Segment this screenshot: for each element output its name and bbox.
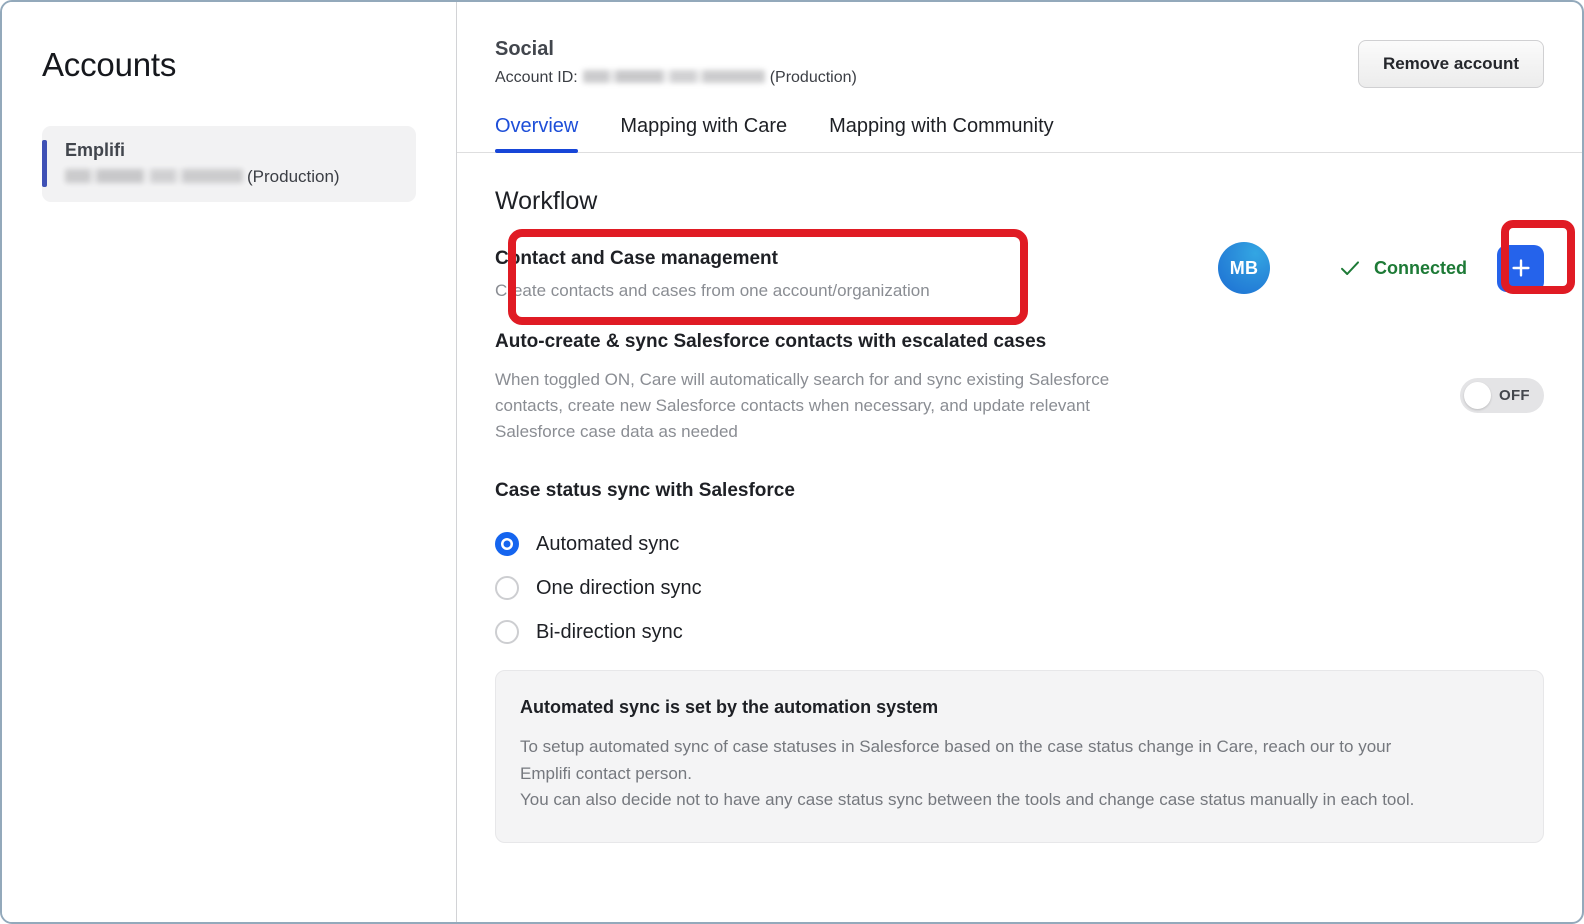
account-tabs: Overview Mapping with Care Mapping with … bbox=[457, 115, 1582, 153]
radio-mark-icon bbox=[495, 576, 519, 601]
radio-one-direction-sync[interactable]: One direction sync bbox=[495, 576, 1544, 601]
workflow-section-title: Workflow bbox=[495, 187, 598, 215]
add-button[interactable] bbox=[1497, 244, 1544, 292]
auto-create-sync-toggle[interactable]: OFF bbox=[1460, 378, 1544, 413]
sidebar-item-account-emplifi[interactable]: Emplifi (Production) bbox=[42, 126, 416, 202]
info-box-line-1: To setup automated sync of case statuses… bbox=[520, 737, 1392, 757]
toggle-knob bbox=[1464, 382, 1491, 409]
workflow-row-controls: MB Connected bbox=[1217, 242, 1544, 294]
radio-mark-icon bbox=[495, 532, 519, 557]
tab-mapping-with-care[interactable]: Mapping with Care bbox=[620, 115, 787, 152]
radio-automated-sync[interactable]: Automated sync bbox=[495, 532, 1544, 557]
toggle-state-label: OFF bbox=[1499, 387, 1530, 404]
account-id-label: Account ID: bbox=[495, 69, 578, 86]
automated-sync-info-box: Automated sync is set by the automation … bbox=[495, 670, 1544, 843]
account-header: Social Account ID: (Production) Remove a… bbox=[457, 2, 1582, 88]
plus-icon bbox=[1511, 259, 1530, 277]
workflow-row-title: Contact and Case management bbox=[495, 248, 778, 269]
info-box-line-3: You can also decide not to have any case… bbox=[520, 790, 1415, 810]
account-id-row: (Production) bbox=[65, 167, 340, 187]
case-status-sync-section: Case status sync with Salesforce Automat… bbox=[495, 480, 1544, 645]
selected-accent-bar bbox=[42, 140, 47, 187]
info-box-title: Automated sync is set by the automation … bbox=[520, 697, 939, 718]
workflow-row-contact-case-management[interactable]: Contact and Case management Create conta… bbox=[495, 220, 1575, 325]
tab-overview[interactable]: Overview bbox=[495, 115, 579, 153]
info-box-line-2: Emplifi contact person. bbox=[520, 763, 692, 783]
status-badge: Connected bbox=[1373, 257, 1467, 278]
case-status-sync-title: Case status sync with Salesforce bbox=[495, 480, 795, 502]
workflow-row-text: Contact and Case management Create conta… bbox=[495, 246, 930, 301]
main-panel: Social Account ID: (Production) Remove a… bbox=[457, 2, 1582, 922]
page-title: Accounts bbox=[42, 46, 177, 83]
account-environment: (Production) bbox=[247, 167, 340, 186]
radio-label: One direction sync bbox=[536, 576, 702, 599]
account-card-body: Emplifi (Production) bbox=[65, 140, 340, 187]
radio-bi-direction-sync[interactable]: Bi-direction sync bbox=[495, 620, 1544, 645]
check-icon bbox=[1340, 261, 1359, 275]
auto-create-sync-description: When toggled ON, Care will automatically… bbox=[495, 370, 1110, 441]
remove-account-button[interactable]: Remove account bbox=[1357, 40, 1544, 88]
account-name: Emplifi bbox=[65, 140, 126, 160]
header-account-id-redacted bbox=[582, 70, 765, 83]
accounts-sidebar: Accounts Emplifi (Production) bbox=[2, 2, 457, 922]
accounts-settings-page: Accounts Emplifi (Production) Social Acc… bbox=[0, 0, 1584, 924]
radio-label: Automated sync bbox=[536, 532, 680, 555]
radio-label: Bi-direction sync bbox=[536, 620, 683, 643]
tab-mapping-with-community[interactable]: Mapping with Community bbox=[829, 115, 1054, 152]
workflow-row-description: Create contacts and cases from one accou… bbox=[495, 281, 930, 300]
auto-create-sync-section: Auto-create & sync Salesforce contacts w… bbox=[495, 331, 1544, 444]
connection-status: Connected bbox=[1338, 256, 1467, 280]
header-environment: (Production) bbox=[769, 69, 857, 86]
overview-tab-content: Workflow Contact and Case management Cre… bbox=[457, 153, 1582, 922]
account-id-redacted bbox=[65, 169, 243, 183]
radio-mark-icon bbox=[495, 620, 519, 645]
avatar: MB bbox=[1217, 242, 1270, 294]
auto-create-sync-title: Auto-create & sync Salesforce contacts w… bbox=[495, 331, 1047, 352]
